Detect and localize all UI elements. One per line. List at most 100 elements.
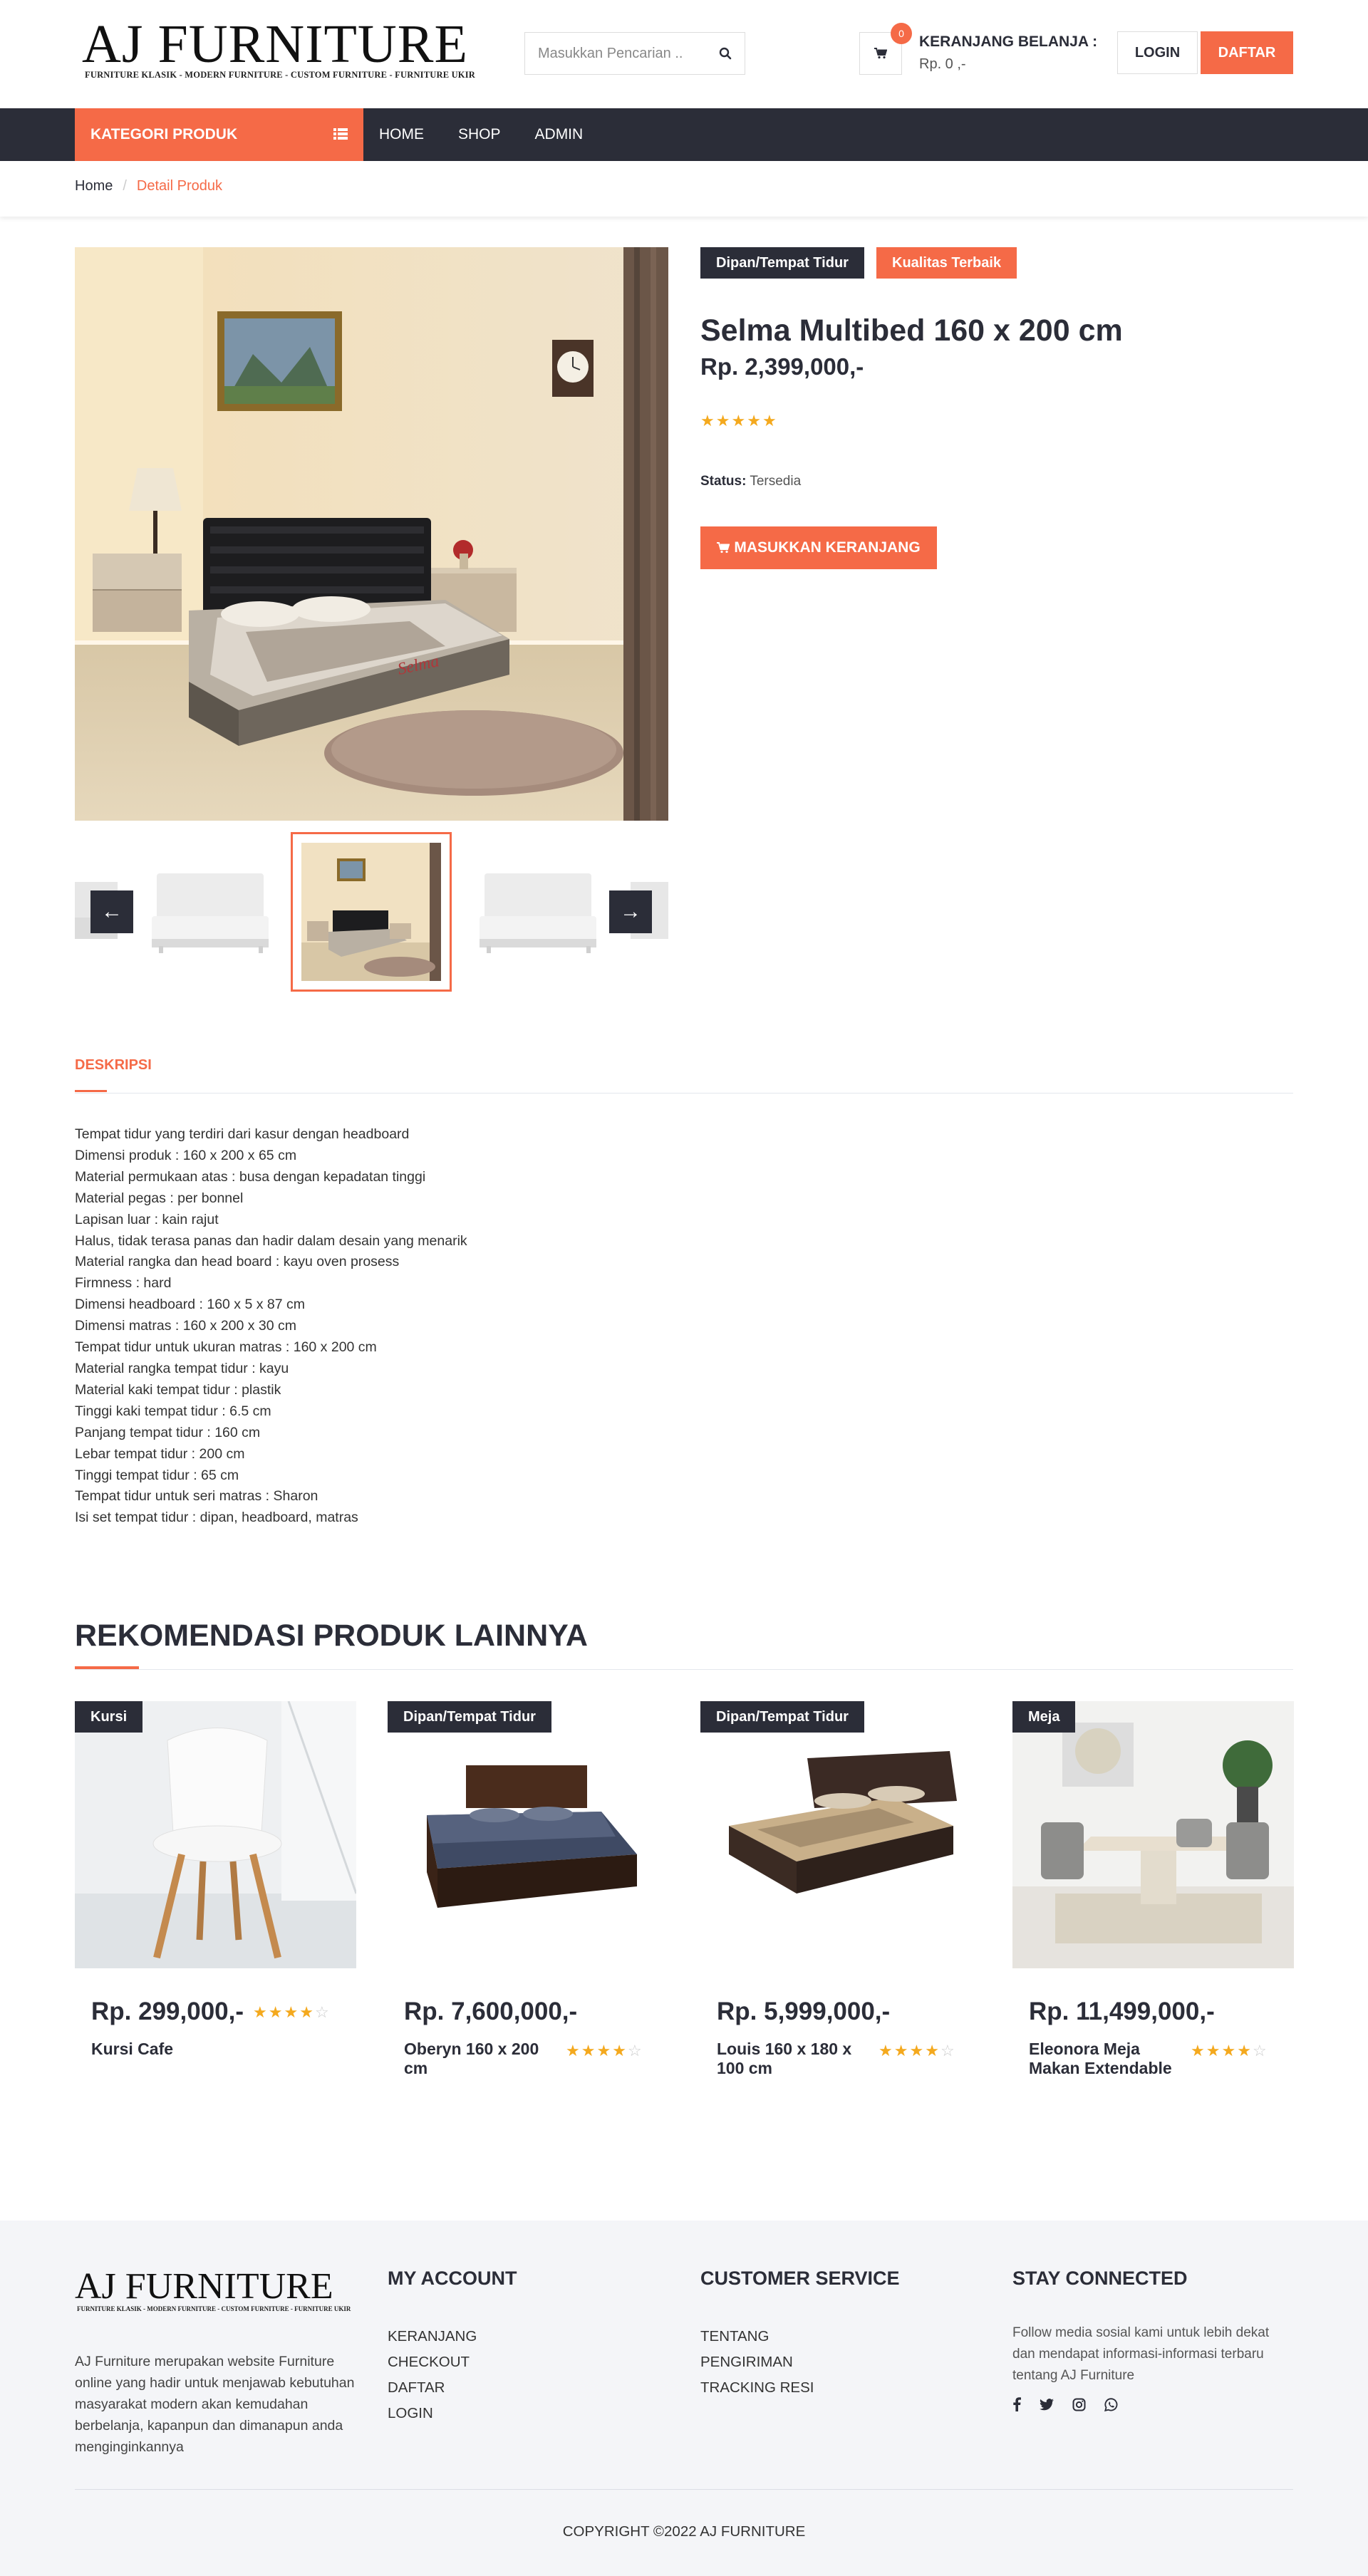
footer-link-cart[interactable]: KERANJANG	[388, 2324, 477, 2349]
cart-title[interactable]: KERANJANG BELANJA :	[919, 33, 1097, 51]
footer-logo[interactable]: AJ FURNITURE FURNITURE KLASIK - MODERN F…	[75, 2266, 353, 2313]
footer-link-about[interactable]: TENTANG	[700, 2324, 814, 2349]
breadcrumb-separator: /	[123, 178, 127, 194]
footer-customer-service-links: TENTANG PENGIRIMAN TRACKING RESI	[700, 2324, 814, 2401]
description-line: Material rangka tempat tidur : kayu	[75, 1360, 289, 1376]
product-card-name[interactable]: Oberyn 160 x 200 cm	[404, 2040, 561, 2078]
twitter-icon[interactable]	[1040, 2398, 1054, 2411]
product-card-image[interactable]	[1012, 1701, 1294, 1968]
status-label: Status:	[700, 474, 747, 489]
description-line: Material pegas : per bonnel	[75, 1190, 244, 1206]
footer-link-checkout[interactable]: CHECKOUT	[388, 2349, 477, 2375]
product-card-category[interactable]: Meja	[1012, 1701, 1076, 1733]
description-line: Lebar tempat tidur : 200 cm	[75, 1445, 245, 1462]
product-card-category[interactable]: Dipan/Tempat Tidur	[388, 1701, 551, 1733]
product-card-name[interactable]: Louis 160 x 180 x 100 cm	[717, 2040, 874, 2078]
description-line: Dimensi produk : 160 x 200 x 65 cm	[75, 1147, 297, 1163]
product-card[interactable]: Dipan/Tempat Tidur Rp. 5,999,000,- Louis…	[700, 1701, 982, 2086]
product-card-rating: ★★★★☆	[566, 2042, 643, 2060]
product-thumbnail[interactable]	[452, 832, 613, 992]
footer-link-login[interactable]: LOGIN	[388, 2401, 477, 2426]
product-card-category[interactable]: Dipan/Tempat Tidur	[700, 1701, 864, 1733]
star-filled-icon: ★	[596, 2042, 613, 2060]
product-card[interactable]: Meja Rp. 11,499,000,- Eleonora Meja Maka…	[1012, 1701, 1294, 2086]
footer-divider	[75, 2489, 1293, 2490]
footer-my-account-links: KERANJANG CHECKOUT DAFTAR LOGIN	[388, 2324, 477, 2426]
tab-active-indicator	[75, 1090, 107, 1092]
star-filled-icon: ★	[747, 412, 762, 430]
product-card-image[interactable]	[388, 1701, 669, 1968]
product-card-category[interactable]: Kursi	[75, 1701, 143, 1733]
product-card-rating: ★★★★☆	[879, 2042, 956, 2060]
star-filled-icon: ★	[925, 2042, 940, 2060]
footer-stay-connected-text: Follow media sosial kami untuk lebih dek…	[1012, 2325, 1270, 2383]
footer-link-shipping[interactable]: PENGIRIMAN	[700, 2349, 814, 2375]
nav-link-shop[interactable]: SHOP	[458, 126, 501, 143]
footer-my-account-title: MY ACCOUNT	[388, 2268, 517, 2289]
register-button[interactable]: DAFTAR	[1201, 31, 1293, 74]
divider	[75, 1093, 1293, 1094]
product-card-rating: ★★★★☆	[253, 2003, 331, 2022]
search-input[interactable]	[538, 33, 709, 74]
footer-link-tracking[interactable]: TRACKING RESI	[700, 2375, 814, 2401]
product-category-tag[interactable]: Dipan/Tempat Tidur	[700, 247, 864, 279]
tab-description[interactable]: DESKRIPSI	[75, 1057, 152, 1074]
product-main-image[interactable]: Selma	[75, 247, 668, 821]
search-button[interactable]	[706, 33, 745, 74]
breadcrumb: Home / Detail Produk	[0, 161, 1368, 217]
add-to-cart-button[interactable]: MASUKKAN KERANJANG	[700, 526, 937, 569]
login-button[interactable]: LOGIN	[1117, 31, 1198, 74]
product-card-name[interactable]: Kursi Cafe	[91, 2040, 248, 2059]
product-card-image[interactable]	[75, 1701, 356, 1968]
product-card[interactable]: Kursi Rp. 299,000,- Kursi Cafe ★★★★☆	[75, 1701, 356, 2086]
star-empty-icon: ☆	[940, 2042, 956, 2060]
star-filled-icon: ★	[253, 2003, 269, 2021]
cart-icon	[874, 48, 887, 59]
logo-tagline: FURNITURE KLASIK - MODERN FURNITURE - CU…	[85, 70, 476, 80]
bedroom-photo: Selma	[75, 247, 668, 821]
product-card-name[interactable]: Eleonora Meja Makan Extendable	[1029, 2040, 1186, 2078]
description-line: Tempat tidur yang terdiri dari kasur den…	[75, 1126, 410, 1142]
product-card-image[interactable]	[700, 1701, 982, 1968]
category-menu-button[interactable]: KATEGORI PRODUK	[75, 108, 363, 161]
product-thumbnail-carousel: ← →	[75, 832, 668, 992]
product-card[interactable]: Dipan/Tempat Tidur Rp. 7,600,000,- Obery…	[388, 1701, 669, 2086]
recommendations-title: REKOMENDASI PRODUK LAINNYA	[75, 1619, 588, 1653]
thumbnail-next-button[interactable]: →	[609, 890, 652, 933]
search-box	[524, 32, 745, 75]
product-title: Selma Multibed 160 x 200 cm	[700, 313, 1123, 348]
description-line: Material kaki tempat tidur : plastik	[75, 1381, 281, 1398]
title-underline	[75, 1666, 139, 1669]
star-filled-icon: ★	[893, 2042, 910, 2060]
brand-logo[interactable]: AJ FURNITURE FURNITURE KLASIK - MODERN F…	[82, 16, 502, 80]
footer-logo-tagline: FURNITURE KLASIK - MODERN FURNITURE - CU…	[77, 2305, 351, 2312]
facebook-icon[interactable]	[1012, 2397, 1021, 2411]
whatsapp-icon[interactable]	[1104, 2397, 1118, 2411]
cart-total: Rp. 0 ,-	[919, 56, 966, 72]
arrow-left-icon: ←	[101, 900, 123, 923]
nav-links: HOME SHOP ADMIN	[379, 108, 617, 161]
nav-link-admin[interactable]: ADMIN	[535, 126, 584, 143]
star-filled-icon: ★	[1221, 2042, 1238, 2060]
footer-logo-text: AJ FURNITURE	[75, 2266, 333, 2307]
description-line: Tinggi kaki tempat tidur : 6.5 cm	[75, 1403, 271, 1419]
product-price: Rp. 2,399,000,-	[700, 353, 864, 380]
star-filled-icon: ★	[700, 412, 716, 430]
product-thumbnail-active[interactable]	[291, 832, 452, 992]
nav-link-home[interactable]: HOME	[379, 126, 424, 143]
footer-customer-service-title: CUSTOMER SERVICE	[700, 2268, 900, 2289]
description-line: Tempat tidur untuk ukuran matras : 160 x…	[75, 1339, 377, 1356]
footer-link-register[interactable]: DAFTAR	[388, 2375, 477, 2401]
add-to-cart-label: MASUKKAN KERANJANG	[734, 539, 921, 556]
description-line: Halus, tidak terasa panas dan hadir dala…	[75, 1232, 467, 1249]
product-thumbnail[interactable]	[125, 832, 286, 992]
cart-count-badge: 0	[891, 23, 912, 44]
product-status: Status: Tersedia	[700, 474, 801, 489]
star-filled-icon: ★	[762, 412, 778, 430]
product-card-price: Rp. 299,000,-	[91, 1998, 244, 2025]
star-empty-icon: ☆	[627, 2042, 643, 2060]
product-rating: ★★★★★	[700, 412, 778, 430]
thumbnail-prev-button[interactable]: ←	[90, 890, 133, 933]
instagram-icon[interactable]	[1072, 2398, 1086, 2411]
breadcrumb-home[interactable]: Home	[75, 178, 113, 194]
